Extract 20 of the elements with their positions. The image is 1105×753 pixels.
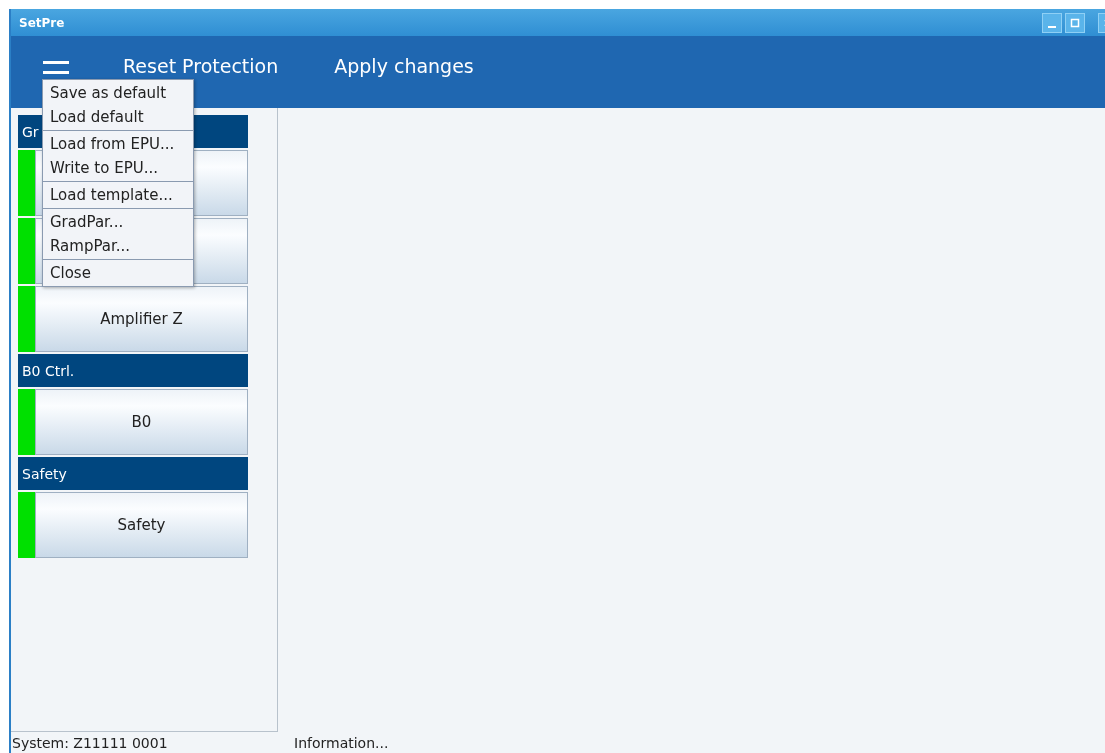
window-title: SetPre (19, 15, 66, 30)
minimize-icon (1048, 25, 1056, 28)
menu-item[interactable]: Write to EPU... (43, 156, 193, 180)
toolbar-action[interactable]: Apply changes (334, 55, 474, 77)
module-button[interactable]: Safety (35, 492, 248, 558)
menu-item[interactable]: RampPar... (43, 234, 193, 258)
maximize-button[interactable] (1065, 12, 1085, 33)
info-label: Information... (294, 734, 389, 751)
menu-item[interactable]: GradPar... (43, 210, 193, 234)
menu-item[interactable]: Close (43, 261, 193, 285)
toolbar-action[interactable]: Reset Protection (123, 55, 279, 77)
module-button[interactable]: Amplifier Z (35, 286, 248, 352)
group-header: Safety (18, 457, 248, 490)
menu-item[interactable]: Load template... (43, 183, 193, 207)
minimize-button[interactable] (1042, 12, 1062, 33)
system-label: System: Z11111 0001 (11, 734, 169, 751)
menu-item[interactable]: Save as default (43, 81, 193, 105)
group-header: B0 Ctrl. (18, 354, 248, 387)
maximize-icon (1070, 17, 1080, 28)
module-button[interactable]: B0 (35, 389, 248, 455)
